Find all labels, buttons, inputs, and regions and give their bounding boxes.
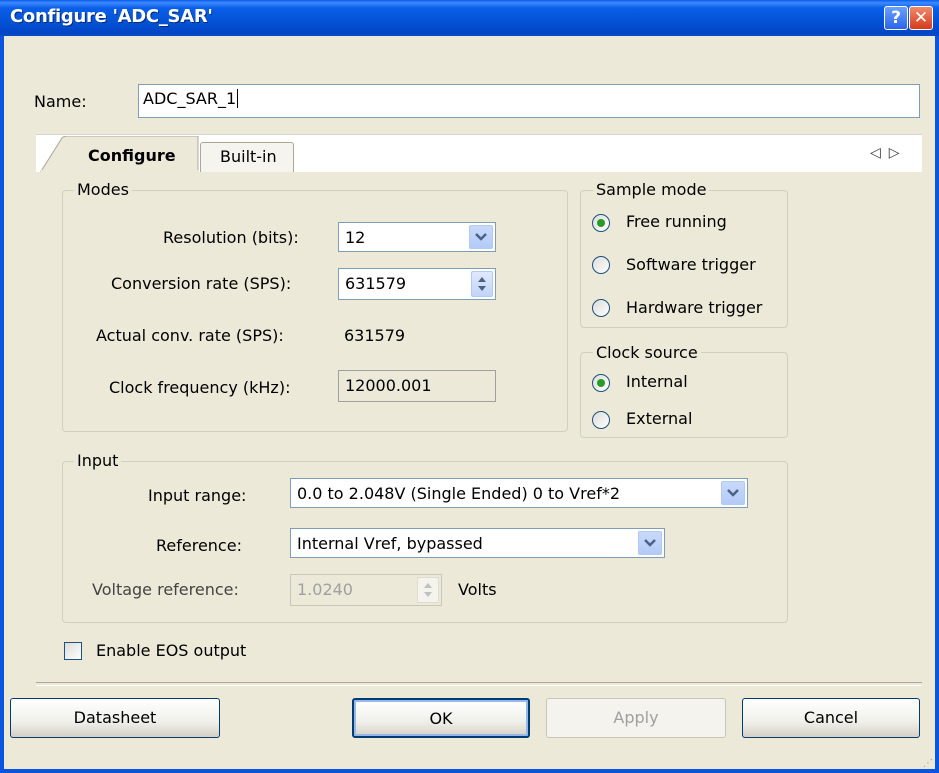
conversion-rate-spinner[interactable]: 631579 xyxy=(338,268,496,300)
tab-scroll-right-icon[interactable]: ▷ xyxy=(889,145,908,161)
clock-frequency-label: Clock frequency (kHz): xyxy=(109,378,291,397)
clock-frequency-field: 12000.001 xyxy=(338,370,496,402)
tab-built-in[interactable]: Built-in xyxy=(200,142,294,172)
tab-scroll-left-icon[interactable]: ◁ xyxy=(870,145,889,161)
radio-software-trigger[interactable] xyxy=(592,256,610,274)
radio-external[interactable] xyxy=(592,411,610,429)
spin-arrows-icon[interactable] xyxy=(471,271,493,297)
clock-frequency-value: 12000.001 xyxy=(345,376,432,395)
chevron-down-icon[interactable] xyxy=(721,481,745,505)
enable-eos-label[interactable]: Enable EOS output xyxy=(96,641,246,660)
chevron-down-icon[interactable] xyxy=(469,225,493,249)
external-label[interactable]: External xyxy=(626,409,692,428)
conversion-rate-label: Conversion rate (SPS): xyxy=(111,274,292,293)
resize-grip-icon[interactable]: ⋰ xyxy=(923,758,933,769)
voltage-reference-value: 1.0240 xyxy=(297,580,353,599)
button-separator xyxy=(36,682,922,686)
cancel-button[interactable]: Cancel xyxy=(742,698,920,738)
clock-source-legend: Clock source xyxy=(593,343,701,362)
configure-dialog: Configure 'ADC_SAR' ? ✕ Name: ADC_SAR_1 … xyxy=(0,0,939,773)
title-bar[interactable]: Configure 'ADC_SAR' ? ✕ xyxy=(0,0,939,36)
input-range-select[interactable]: 0.0 to 2.048V (Single Ended) 0 to Vref*2 xyxy=(290,478,748,508)
name-label: Name: xyxy=(34,92,87,111)
actual-rate-value: 631579 xyxy=(344,326,406,345)
resolution-value: 12 xyxy=(345,228,366,247)
close-button[interactable]: ✕ xyxy=(909,6,933,30)
tab-scroll-arrows[interactable]: ◁▷ xyxy=(870,145,908,161)
sample-mode-legend: Sample mode xyxy=(593,180,710,199)
tab-built-in-label: Built-in xyxy=(220,147,277,166)
name-value: ADC_SAR_1 xyxy=(143,89,237,108)
actual-rate-label: Actual conv. rate (SPS): xyxy=(96,326,284,345)
spin-arrows-icon[interactable] xyxy=(417,577,439,603)
hardware-trigger-label[interactable]: Hardware trigger xyxy=(626,298,762,317)
internal-label[interactable]: Internal xyxy=(626,372,688,391)
help-button[interactable]: ? xyxy=(884,6,908,30)
volts-unit-label: Volts xyxy=(458,580,497,599)
apply-button[interactable]: Apply xyxy=(546,698,726,738)
enable-eos-checkbox[interactable] xyxy=(64,642,82,660)
software-trigger-label[interactable]: Software trigger xyxy=(626,255,756,274)
radio-free-running[interactable] xyxy=(592,214,610,232)
resolution-select[interactable]: 12 xyxy=(338,222,496,252)
voltage-reference-label: Voltage reference: xyxy=(92,580,239,599)
voltage-reference-spinner[interactable]: 1.0240 xyxy=(290,574,442,606)
reference-value: Internal Vref, bypassed xyxy=(297,534,483,553)
chevron-down-icon[interactable] xyxy=(638,531,662,555)
resolution-label: Resolution (bits): xyxy=(163,228,299,247)
input-legend: Input xyxy=(74,451,122,470)
reference-select[interactable]: Internal Vref, bypassed xyxy=(290,528,665,558)
input-range-label: Input range: xyxy=(148,486,247,505)
free-running-label[interactable]: Free running xyxy=(626,212,727,231)
ok-button[interactable]: OK xyxy=(352,698,530,738)
conversion-rate-value: 631579 xyxy=(345,274,407,293)
modes-legend: Modes xyxy=(74,180,132,199)
radio-internal[interactable] xyxy=(592,374,610,392)
tab-configure[interactable]: Configure xyxy=(88,146,176,165)
input-range-value: 0.0 to 2.048V (Single Ended) 0 to Vref*2 xyxy=(297,484,621,503)
window-title: Configure 'ADC_SAR' xyxy=(10,6,213,27)
name-input[interactable]: ADC_SAR_1 xyxy=(138,84,920,118)
datasheet-button[interactable]: Datasheet xyxy=(10,698,220,738)
radio-hardware-trigger[interactable] xyxy=(592,299,610,317)
reference-label: Reference: xyxy=(156,536,242,555)
